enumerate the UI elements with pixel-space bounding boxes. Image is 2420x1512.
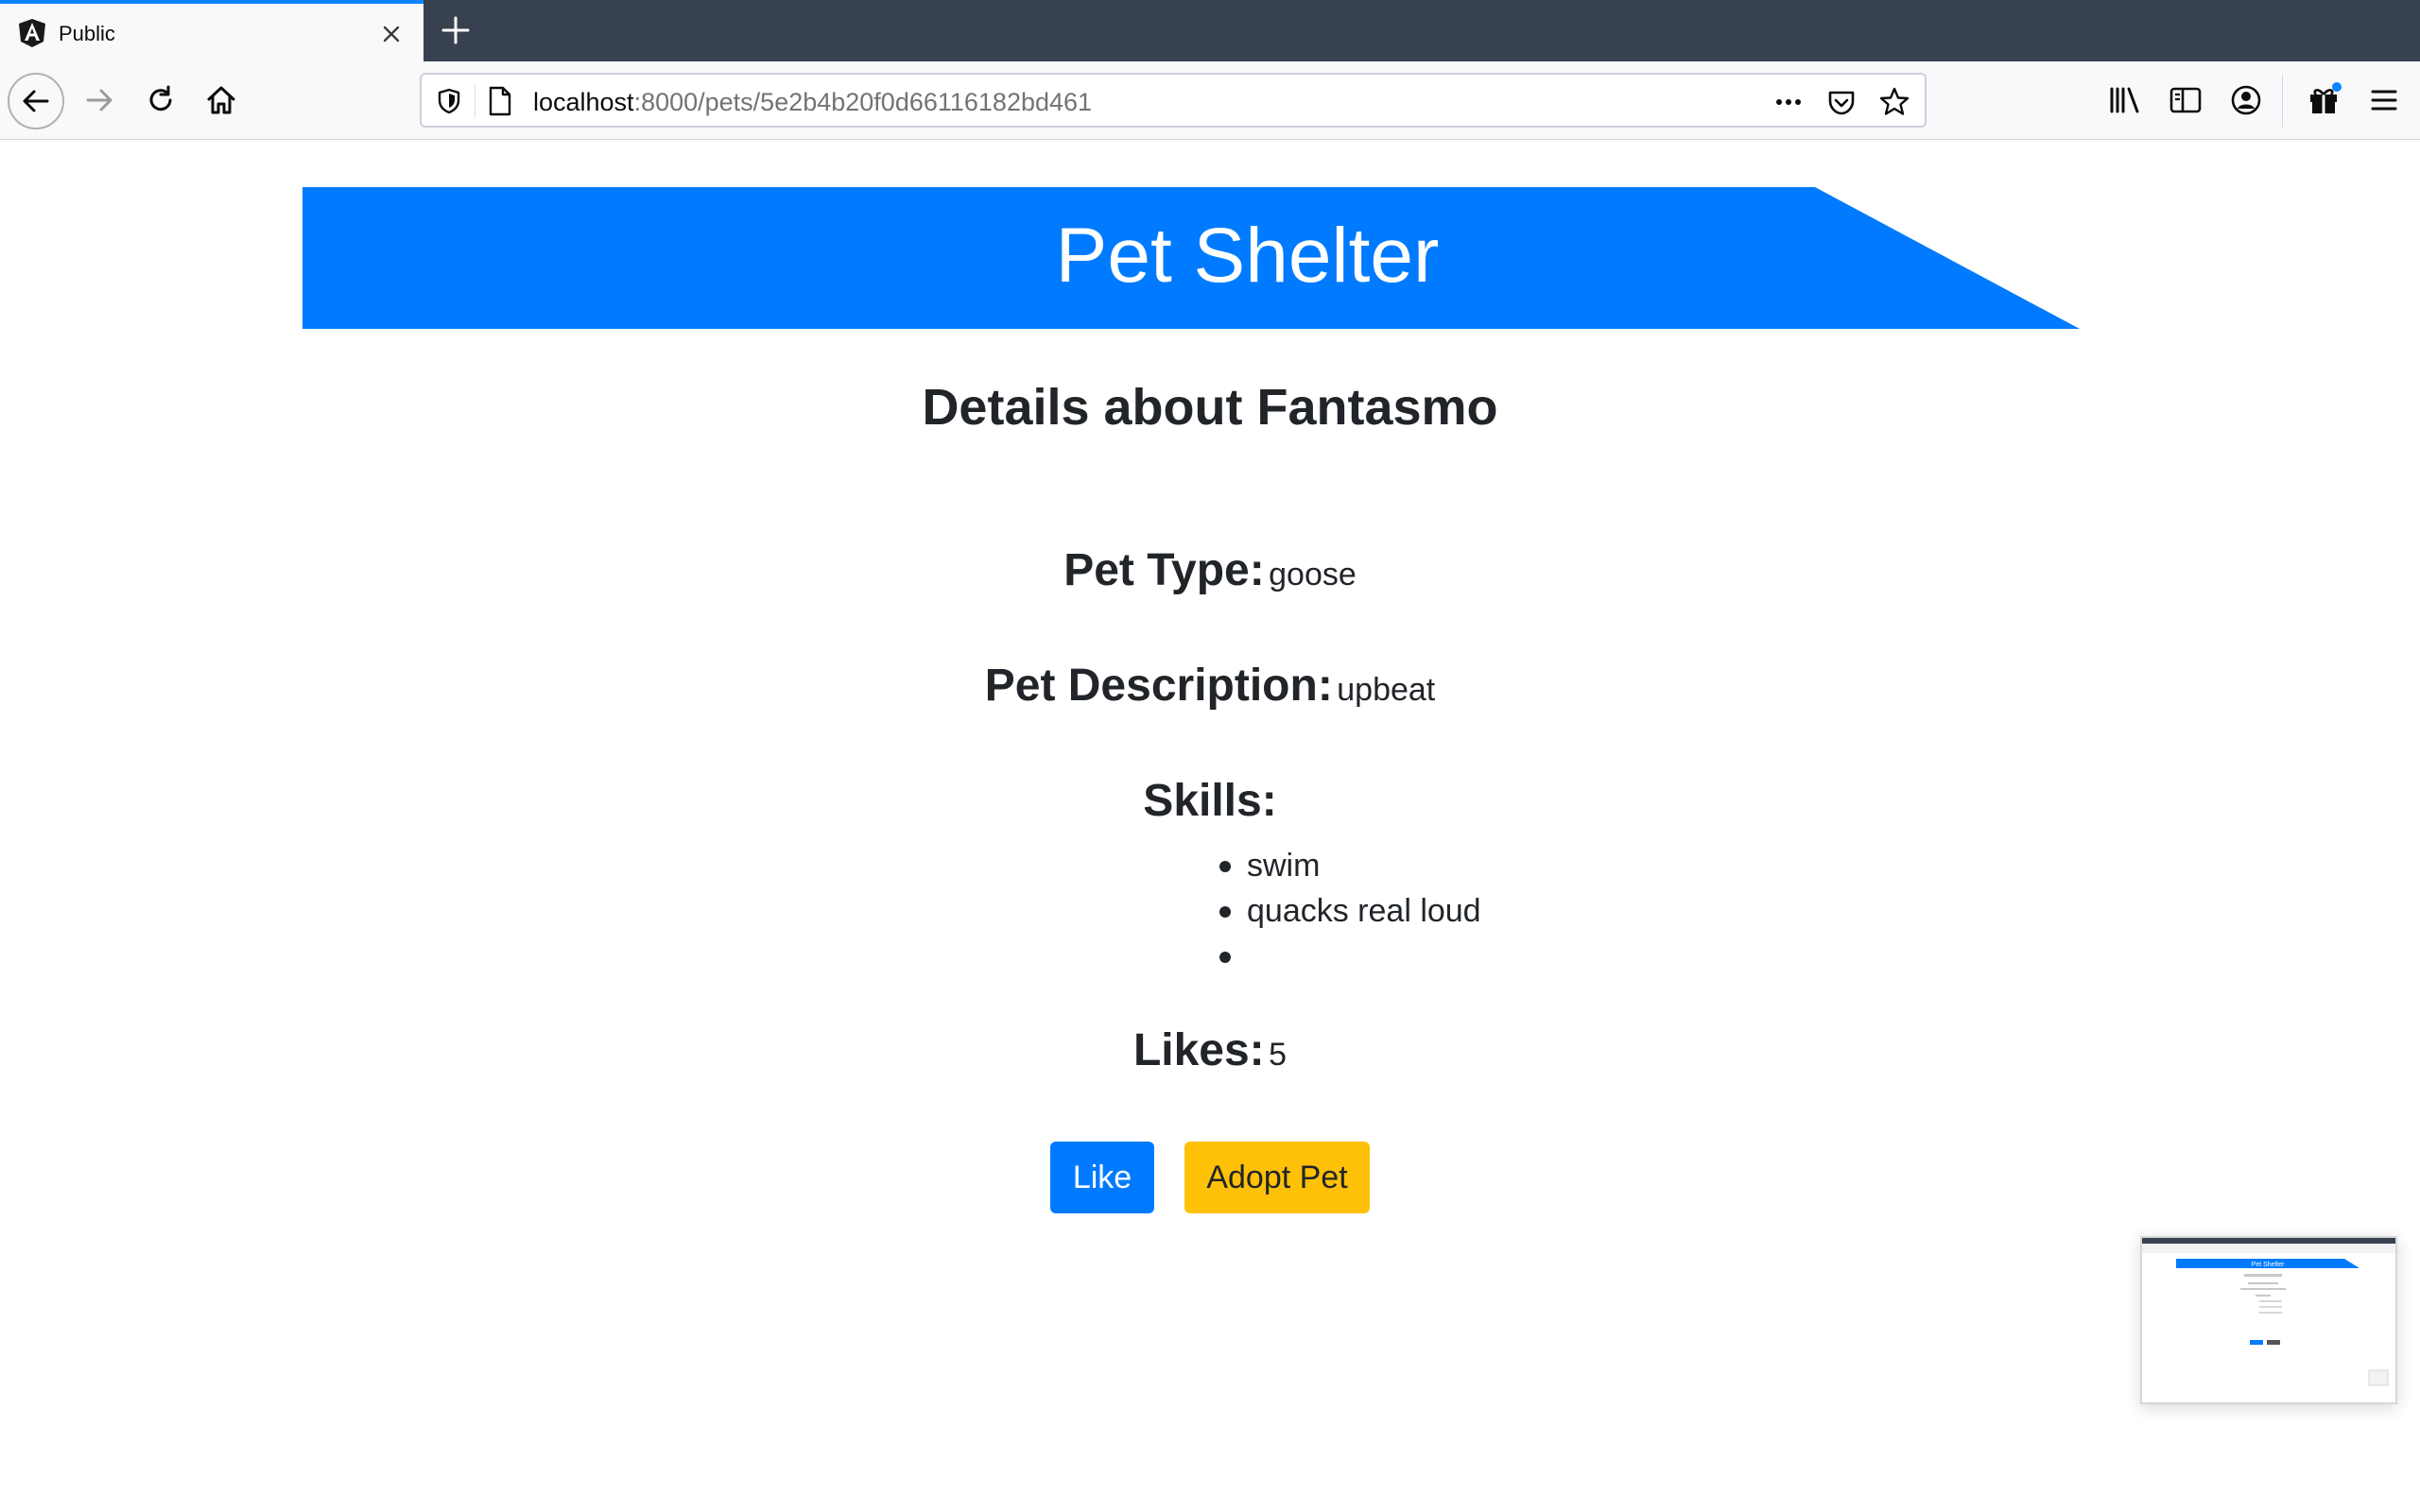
browser-tab-active[interactable]: Public xyxy=(0,0,424,61)
forward-button[interactable] xyxy=(76,77,123,124)
skills-label: Skills: xyxy=(1143,776,1277,826)
back-button[interactable] xyxy=(8,73,64,129)
pocket-icon[interactable] xyxy=(1824,85,1858,119)
page-title: Details about Fantasmo xyxy=(922,379,1498,436)
tab-title: Public xyxy=(59,22,115,45)
address-bar[interactable]: localhost:8000/pets/5e2b4b20f0d66116182b… xyxy=(420,73,1927,128)
thumbnail-preview: Pet Shelter xyxy=(2142,1238,2395,1386)
angular-favicon-icon xyxy=(19,19,45,47)
likes-row: Likes: 5 xyxy=(0,1024,2420,1076)
tab-strip: Public xyxy=(0,0,2420,61)
url-host: localhost xyxy=(533,88,634,116)
skill-item: swim xyxy=(1213,843,1481,888)
header-banner: Pet Shelter xyxy=(302,187,2080,329)
skill-item: quacks real loud xyxy=(1213,888,1481,934)
bookmark-star-icon[interactable] xyxy=(1877,85,1911,119)
whats-new-gift-icon[interactable] xyxy=(2305,81,2342,119)
url-text[interactable]: localhost:8000/pets/5e2b4b20f0d66116182b… xyxy=(533,88,1092,117)
screenshot-preview-thumbnail[interactable]: Pet Shelter xyxy=(2140,1236,2397,1404)
skills-heading-row: Skills: xyxy=(0,775,2420,827)
home-icon xyxy=(207,86,235,114)
skill-item xyxy=(1213,934,1481,979)
navigation-toolbar: localhost:8000/pets/5e2b4b20f0d66116182b… xyxy=(0,61,2420,140)
likes-label: Likes: xyxy=(1132,1025,1265,1075)
account-icon[interactable] xyxy=(2227,81,2265,119)
pet-type-value: goose xyxy=(1269,557,1357,593)
arrow-right-icon xyxy=(86,89,112,112)
reload-icon xyxy=(149,85,172,112)
url-path: :8000/pets/5e2b4b20f0d66116182bd461 xyxy=(633,88,1093,116)
toolbar-separator xyxy=(2282,75,2283,128)
thumbnail-title: Pet Shelter xyxy=(2252,1262,2285,1268)
arrow-left-icon xyxy=(23,90,49,112)
page-actions-ellipsis-icon[interactable] xyxy=(1772,85,1806,119)
like-button[interactable]: Like xyxy=(1050,1142,1154,1213)
hamburger-menu-icon[interactable] xyxy=(2365,81,2403,119)
tracking-protection-shield-icon[interactable] xyxy=(435,87,463,115)
pet-description-label: Pet Description: xyxy=(984,661,1333,711)
skills-list: swim quacks real loud xyxy=(1213,843,1481,979)
sidebar-toggle-icon[interactable] xyxy=(2167,81,2204,119)
page-info-icon[interactable] xyxy=(486,85,514,117)
likes-value: 5 xyxy=(1269,1037,1288,1073)
pet-description-row: Pet Description: upbeat xyxy=(0,660,2420,712)
reload-button[interactable] xyxy=(137,77,184,124)
adopt-pet-button[interactable]: Adopt Pet xyxy=(1184,1142,1370,1213)
new-tab-icon[interactable] xyxy=(439,13,473,47)
site-title: Pet Shelter xyxy=(1055,213,1440,299)
pet-type-row: Pet Type: goose xyxy=(0,544,2420,596)
pet-description-value: upbeat xyxy=(1337,672,1436,708)
pet-type-label: Pet Type: xyxy=(1063,545,1265,595)
library-icon[interactable] xyxy=(2106,81,2144,119)
home-button[interactable] xyxy=(198,77,245,124)
close-tab-icon[interactable] xyxy=(376,19,406,49)
